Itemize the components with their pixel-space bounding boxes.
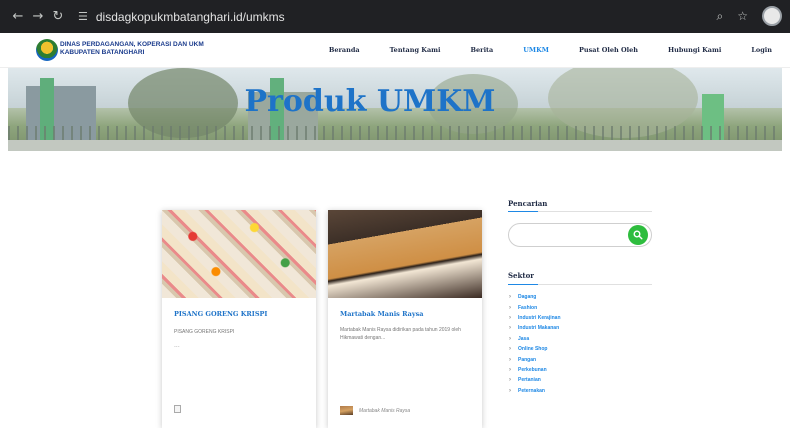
sektor-label[interactable]: Pangan	[518, 357, 536, 363]
chevron-right-icon: ›	[509, 356, 511, 363]
product-description: Martabak Manis Raysa didirikan pada tahu…	[340, 327, 461, 341]
chevron-right-icon: ›	[509, 304, 511, 311]
nav-login[interactable]: Login	[751, 46, 772, 54]
reload-icon[interactable]: ↻	[48, 9, 68, 24]
site-header: DINAS PERDAGANGAN, KOPERASI DAN UKM KABU…	[0, 33, 790, 68]
sektor-label[interactable]: Fashion	[518, 305, 537, 311]
browser-toolbar: ← → ↻ ☰ disdagkopukmbatanghari.id/umkms …	[0, 0, 790, 33]
nav-tentang-kami[interactable]: Tentang Kami	[390, 46, 441, 54]
nav-beranda[interactable]: Beranda	[329, 46, 360, 54]
hero-ground	[8, 140, 782, 151]
chevron-right-icon: ›	[509, 294, 511, 301]
chevron-right-icon: ›	[509, 377, 511, 384]
product-card[interactable]: Martabak Manis Raysa Martabak Manis Rays…	[328, 210, 482, 428]
sektor-label[interactable]: Perkebunan	[518, 367, 547, 373]
sektor-item[interactable]: › Pangan	[509, 354, 561, 364]
sektor-item[interactable]: › Industri Makanan	[509, 323, 561, 333]
sektor-item[interactable]: › Fashion	[509, 302, 561, 312]
page-title: Produk UMKM	[244, 84, 496, 119]
product-title[interactable]: Martabak Manis Raysa	[340, 310, 424, 318]
chevron-right-icon: ›	[509, 366, 511, 373]
sektor-item[interactable]: › Pertanian	[509, 375, 561, 385]
sektor-item[interactable]: › Online Shop	[509, 344, 561, 354]
site-settings-icon[interactable]: ☰	[78, 10, 88, 23]
chevron-right-icon: ›	[509, 346, 511, 353]
sektor-label[interactable]: Jasa	[518, 336, 529, 342]
sektor-item[interactable]: › Peternakan	[509, 386, 561, 396]
search-button[interactable]	[628, 225, 648, 245]
site-brand[interactable]: DINAS PERDAGANGAN, KOPERASI DAN UKM KABU…	[60, 41, 204, 57]
product-image[interactable]	[328, 210, 482, 298]
main-nav: Beranda Tentang Kami Berita UMKM Pusat O…	[299, 46, 772, 54]
sektor-label[interactable]: Industri Kerajinan	[518, 315, 561, 321]
sektor-label[interactable]: Peternakan	[518, 388, 545, 394]
nav-pusat-oleh-oleh[interactable]: Pusat Oleh Oleh	[579, 46, 638, 54]
sektor-item[interactable]: › Perkebunan	[509, 365, 561, 375]
product-description-more: ...	[174, 342, 180, 349]
sektor-heading: Sektor	[508, 271, 534, 280]
address-bar[interactable]: ☰ disdagkopukmbatanghari.id/umkms	[78, 6, 285, 28]
sektor-label[interactable]: Pertanian	[518, 377, 541, 383]
brand-line1: DINAS PERDAGANGAN, KOPERASI DAN UKM	[60, 41, 204, 48]
product-card[interactable]: PISANG GORENG KRISPI PISANG GORENG KRISP…	[162, 210, 316, 428]
chevron-right-icon: ›	[509, 335, 511, 342]
profile-avatar[interactable]	[762, 6, 782, 26]
nav-hubungi-kami[interactable]: Hubungi Kami	[668, 46, 721, 54]
sektor-item[interactable]: › Industri Kerajinan	[509, 313, 561, 323]
product-author: Martabak Manis Raysa	[340, 406, 410, 415]
author-name: Martabak Manis Raysa	[359, 407, 411, 414]
product-description: PISANG GORENG KRISPI	[174, 329, 235, 335]
hero-banner: Produk UMKM	[8, 68, 782, 151]
bookmark-star-icon[interactable]: ☆	[737, 9, 748, 23]
logo-emblem[interactable]	[36, 39, 58, 61]
brand-line2: KABUPATEN BATANGHARI	[60, 49, 145, 56]
zoom-icon[interactable]: ⌕	[717, 9, 724, 24]
chevron-right-icon: ›	[509, 387, 511, 394]
search-heading: Pencarian	[508, 199, 548, 208]
back-icon[interactable]: ←	[8, 9, 28, 24]
author-thumbnail	[340, 406, 353, 415]
nav-umkm[interactable]: UMKM	[523, 46, 549, 54]
url-text[interactable]: disdagkopukmbatanghari.id/umkms	[96, 10, 285, 24]
sektor-label[interactable]: Online Shop	[518, 346, 547, 352]
sektor-item[interactable]: › Jasa	[509, 334, 561, 344]
heading-divider	[508, 284, 652, 285]
sektor-list: › Dagang › Fashion › Industri Kerajinan › In…	[509, 292, 561, 396]
chevron-right-icon: ›	[509, 325, 511, 332]
nav-berita[interactable]: Berita	[471, 46, 494, 54]
sektor-label[interactable]: Dagang	[518, 294, 536, 300]
chevron-right-icon: ›	[509, 314, 511, 321]
forward-icon[interactable]: →	[28, 9, 48, 24]
product-title[interactable]: PISANG GORENG KRISPI	[174, 310, 267, 318]
search-icon	[633, 230, 643, 240]
broken-image-icon	[174, 405, 181, 413]
product-image[interactable]	[162, 210, 316, 298]
heading-divider	[508, 211, 652, 212]
sektor-label[interactable]: Industri Makanan	[518, 325, 559, 331]
sektor-item[interactable]: › Dagang	[509, 292, 561, 302]
